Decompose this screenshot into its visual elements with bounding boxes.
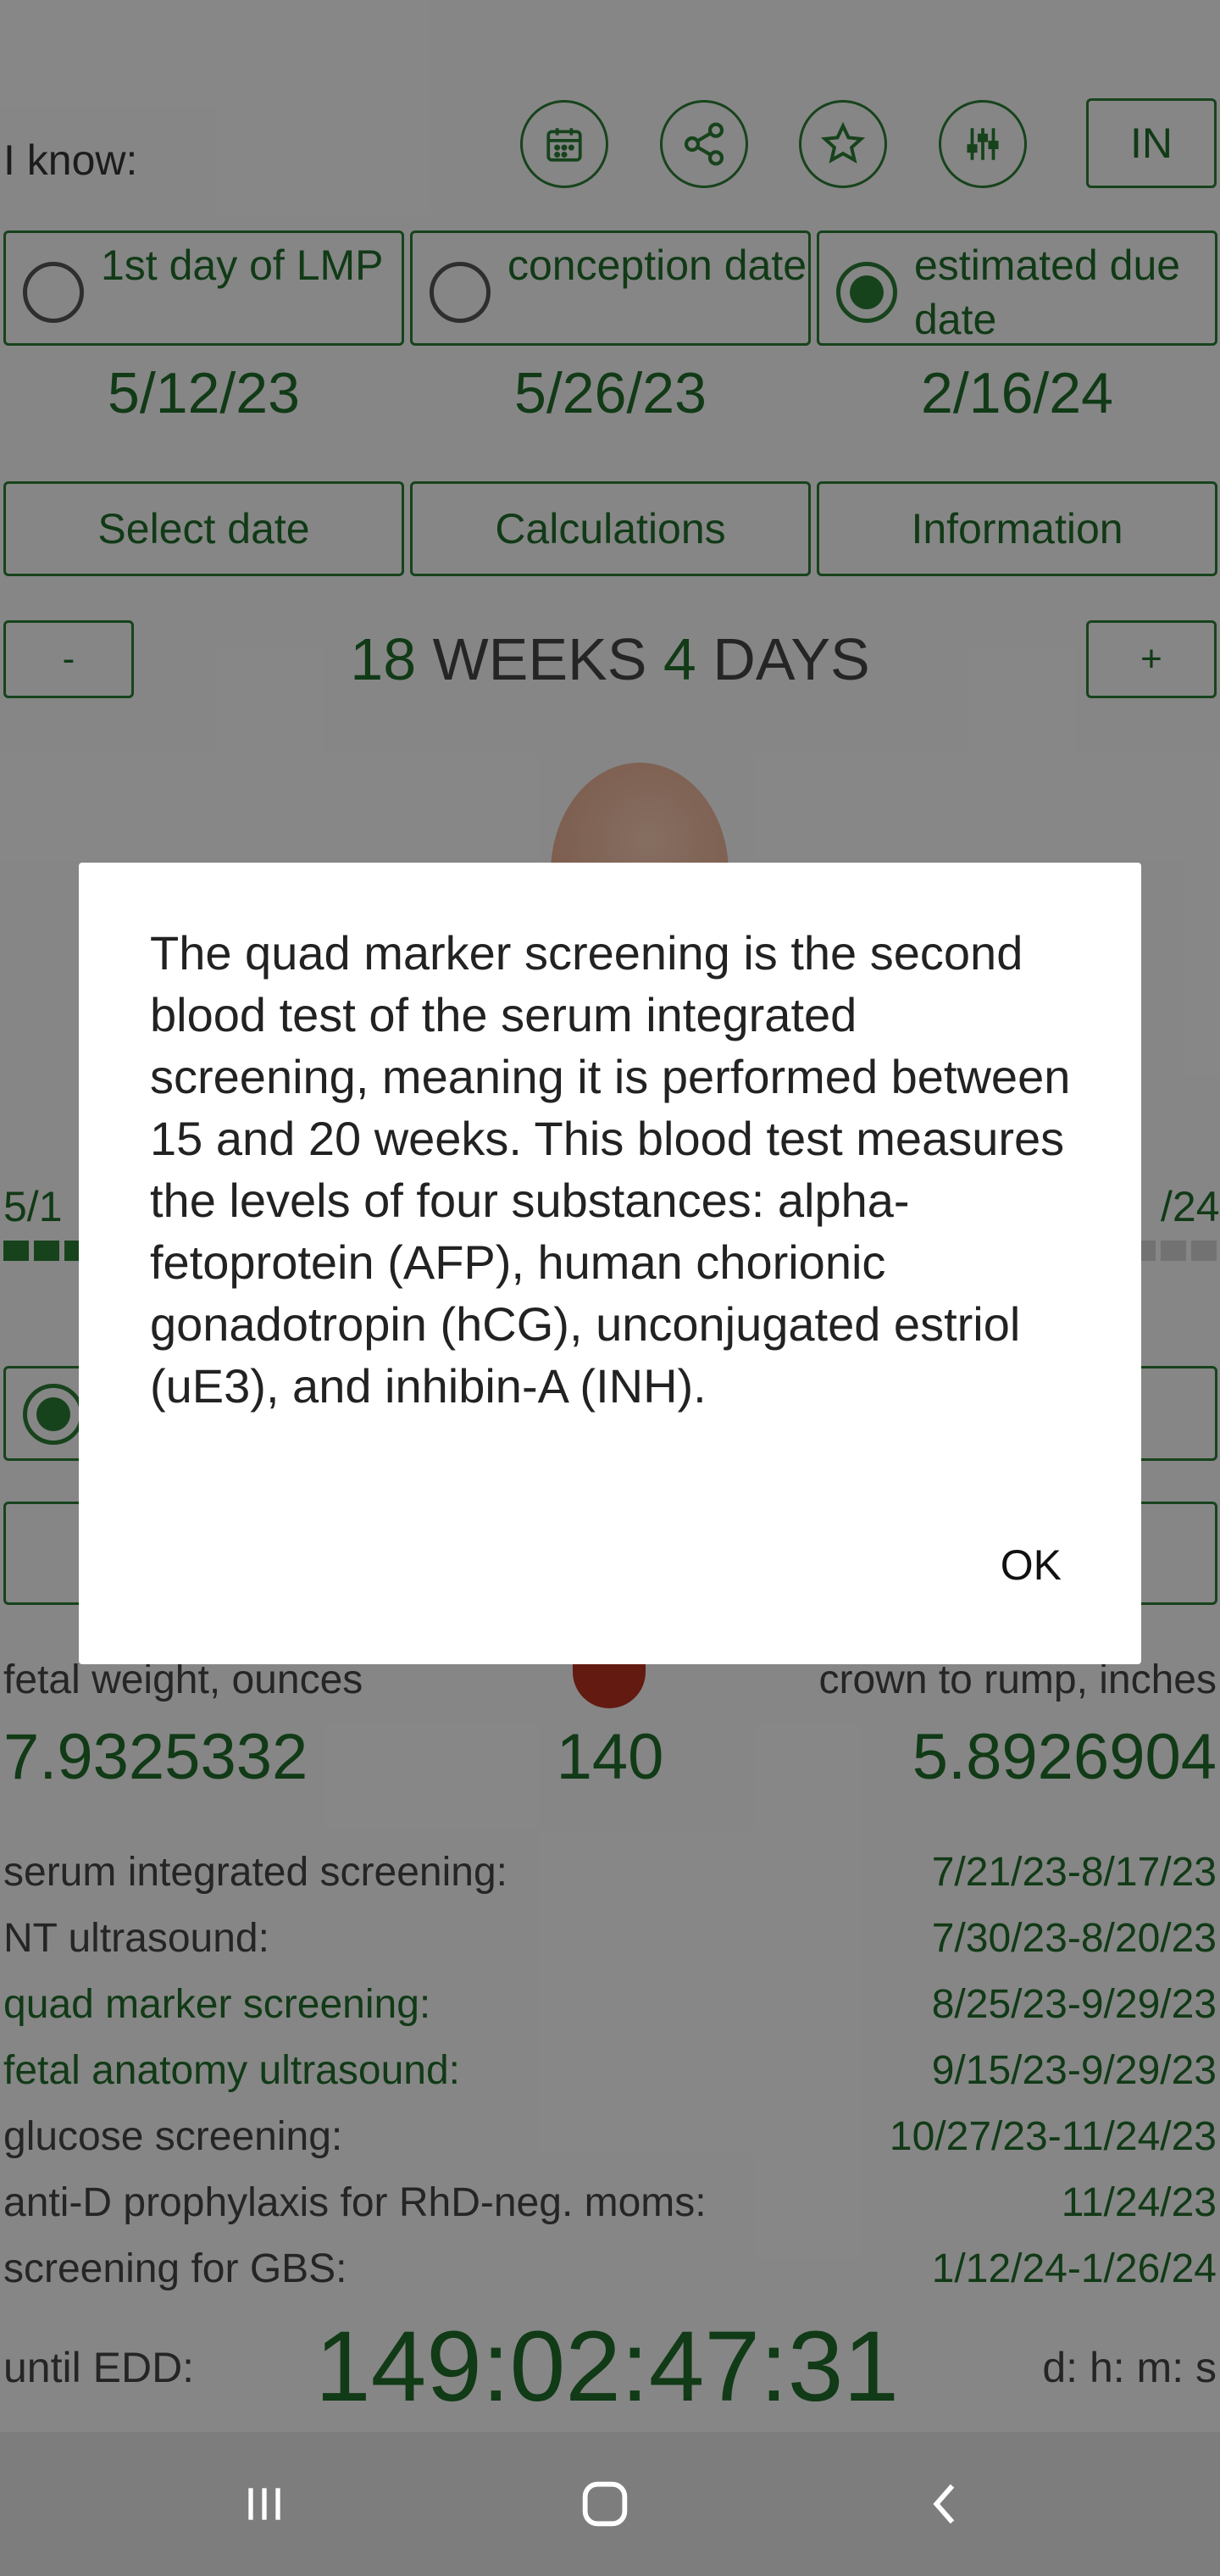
home-button[interactable]	[554, 2466, 656, 2542]
back-button[interactable]	[895, 2466, 996, 2542]
ok-button[interactable]: OK	[1001, 1541, 1062, 1590]
info-dialog: The quad marker screening is the second …	[79, 863, 1141, 1664]
recents-button[interactable]	[214, 2466, 315, 2542]
back-icon	[933, 2484, 955, 2524]
app-content: I know: IN 1st day of LMP conception dat…	[0, 0, 1220, 2432]
system-nav-bar	[0, 2432, 1220, 2576]
recents-icon	[248, 2488, 280, 2520]
dialog-message: The quad marker screening is the second …	[150, 926, 1071, 1413]
home-icon	[582, 2481, 628, 2527]
